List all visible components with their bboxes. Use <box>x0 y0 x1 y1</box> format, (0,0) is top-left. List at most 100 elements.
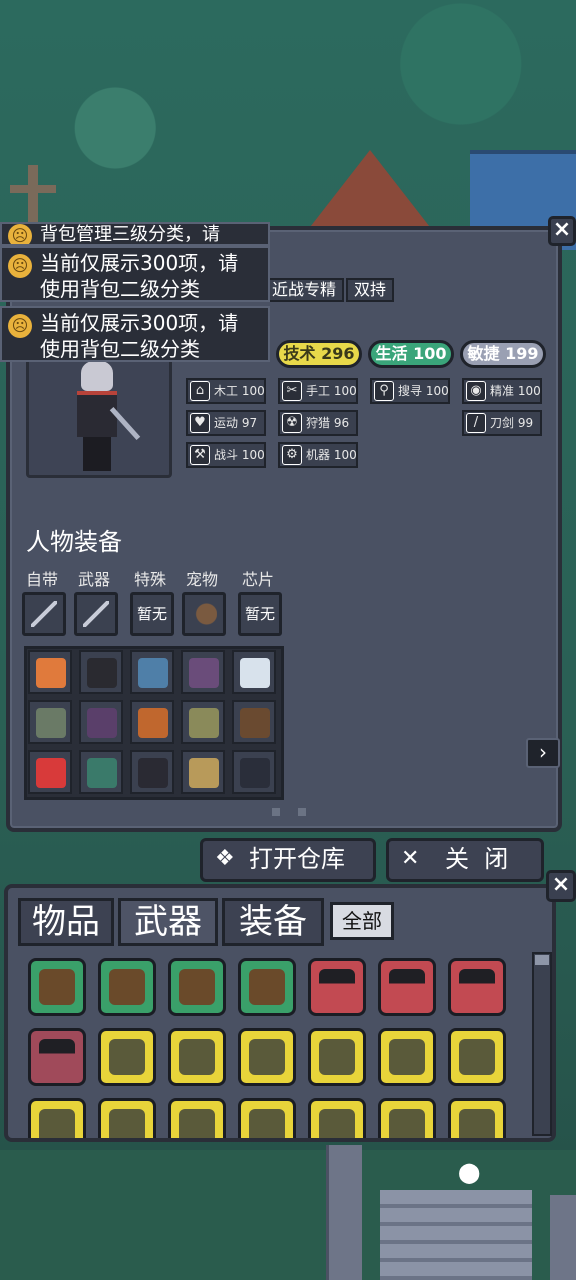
bag-item[interactable] <box>98 1028 156 1086</box>
pet-icon <box>191 601 217 627</box>
equipped-item[interactable] <box>79 700 123 744</box>
skill-4: ♥ 运动 97 <box>186 410 266 436</box>
boots-icon <box>189 758 219 788</box>
bag-item[interactable] <box>308 1098 366 1138</box>
heart-icon: ♥ <box>190 413 210 433</box>
bag-item[interactable] <box>168 958 226 1016</box>
bag-item[interactable] <box>378 1028 436 1086</box>
bag-item[interactable] <box>238 1028 296 1086</box>
sack-icon <box>319 1039 355 1075</box>
sack-icon <box>109 1039 145 1075</box>
slot-label: 特殊 <box>134 570 167 589</box>
bag-item[interactable] <box>98 1098 156 1138</box>
snail-icon <box>179 969 215 1005</box>
bag-item[interactable] <box>448 1028 506 1086</box>
equipped-item[interactable] <box>28 750 72 794</box>
equip-slot-2[interactable]: 暂无 <box>130 592 174 636</box>
bag-item[interactable] <box>378 958 436 1016</box>
sack-icon <box>39 1109 75 1138</box>
bag-item[interactable] <box>378 1098 436 1138</box>
stone-pillar <box>326 1145 362 1280</box>
sack-icon <box>459 1109 495 1138</box>
tab-weapons[interactable]: 武器 <box>118 898 218 946</box>
equipped-item[interactable] <box>130 750 174 794</box>
equipped-item[interactable] <box>232 700 276 744</box>
tag-melee: 近战专精 <box>264 278 345 302</box>
scroll-thumb[interactable] <box>535 955 549 965</box>
sack-icon <box>389 1039 425 1075</box>
equipped-item[interactable] <box>181 750 225 794</box>
close-icon[interactable]: × <box>546 870 576 902</box>
equipment-title: 人物装备 <box>26 528 122 556</box>
bag-item[interactable] <box>98 958 156 1016</box>
shirt-icon <box>138 658 168 688</box>
skill-5: ☢ 狩猎 96 <box>278 410 358 436</box>
bag-grid <box>18 950 530 1138</box>
equip-slot-4[interactable]: 暂无 <box>238 592 282 636</box>
shoes-icon <box>87 708 117 738</box>
blade-icon <box>83 601 109 627</box>
equip-slot-1[interactable] <box>74 592 118 636</box>
bag-item[interactable] <box>28 958 86 1016</box>
equipped-item[interactable] <box>28 650 72 694</box>
bag-item[interactable] <box>448 1098 506 1138</box>
gun-icon <box>459 969 495 1005</box>
stat-agility: 敏捷 199 <box>460 340 546 368</box>
medkit-icon <box>36 758 66 788</box>
equipped-item[interactable] <box>28 700 72 744</box>
house-icon: ⌂ <box>190 381 210 401</box>
equipped-item[interactable] <box>79 750 123 794</box>
skill-1: ✂ 手工 100 <box>278 378 358 404</box>
bag-item[interactable] <box>168 1098 226 1138</box>
equipped-item[interactable] <box>130 650 174 694</box>
open-storage-button[interactable]: ❖ 打开仓库 <box>200 838 376 882</box>
gun-icon <box>389 969 425 1005</box>
equipped-item[interactable] <box>232 750 276 794</box>
sneaker-icon <box>138 758 168 788</box>
blade-icon: / <box>466 413 486 433</box>
bag-item[interactable] <box>448 958 506 1016</box>
skill-label: 精准 100 <box>490 384 541 398</box>
close-button[interactable]: ✕ 关 闭 <box>386 838 544 882</box>
equip-slot-3[interactable] <box>182 592 226 636</box>
bag-item[interactable] <box>28 1098 86 1138</box>
close-icon[interactable]: × <box>548 216 576 246</box>
bag-item[interactable] <box>308 958 366 1016</box>
bag-item[interactable] <box>308 1028 366 1086</box>
notification: ☹ 当前仅展示300项，请 使用背包二级分类 <box>0 246 270 302</box>
next-page-arrow-icon[interactable]: › <box>526 738 560 768</box>
sad-face-icon: ☹ <box>8 314 32 338</box>
equip-slot-0[interactable] <box>22 592 66 636</box>
notification-text: 当前仅展示300项，请 使用背包二级分类 <box>40 251 239 301</box>
bag-item[interactable] <box>28 1028 86 1086</box>
equipped-item[interactable] <box>181 700 225 744</box>
bag-item[interactable] <box>238 958 296 1016</box>
pants-icon <box>240 758 270 788</box>
sack-icon <box>249 1109 285 1138</box>
sack-icon <box>459 1039 495 1075</box>
stat-technique: 技术 296 <box>276 340 362 368</box>
bag-icon <box>138 708 168 738</box>
bag-item[interactable] <box>168 1028 226 1086</box>
slot-label: 自带 <box>26 570 59 589</box>
sack-icon <box>319 1109 355 1138</box>
bag-scrollbar[interactable] <box>532 952 552 1136</box>
tab-items[interactable]: 物品 <box>18 898 114 946</box>
gear-icon: ⚙ <box>282 445 302 465</box>
stone-stairs <box>380 1190 532 1280</box>
tab-equipment[interactable]: 装备 <box>222 898 324 946</box>
notification-text: 当前仅展示300项，请 使用背包二级分类 <box>40 311 239 361</box>
skill-label: 狩猎 96 <box>306 416 350 430</box>
sack-icon <box>249 1039 285 1075</box>
equipped-item[interactable] <box>79 650 123 694</box>
bag-item[interactable] <box>238 1098 296 1138</box>
cloth-icon <box>240 658 270 688</box>
skill-6: / 刀剑 99 <box>462 410 542 436</box>
equipped-item[interactable] <box>181 650 225 694</box>
equipped-item[interactable] <box>232 650 276 694</box>
map-pin-icon[interactable]: ⬤ <box>458 1160 480 1184</box>
slot-empty-text: 暂无 <box>136 605 167 623</box>
ring-icon <box>36 658 66 688</box>
equipped-item[interactable] <box>130 700 174 744</box>
filter-all-button[interactable]: 全部 <box>330 902 394 940</box>
